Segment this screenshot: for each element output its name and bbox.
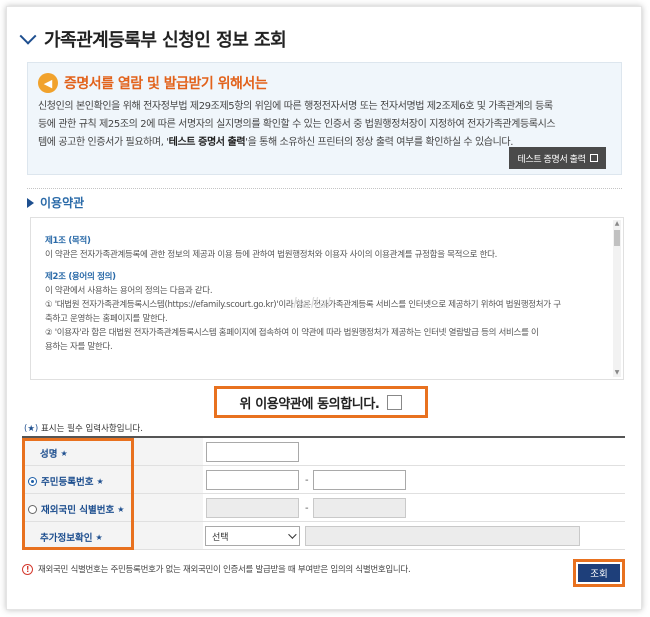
notice-box: ◀ 증명서를 열람 및 발급받기 위해서는 신청인의 본인확인을 위해 전자정부…: [27, 62, 622, 175]
search-button-highlight: 조회: [573, 559, 625, 587]
name-input[interactable]: [206, 442, 299, 462]
notice-emphasis: 테스트 증명서 출력: [168, 137, 246, 148]
terms-header: 이용약관: [27, 194, 84, 211]
page-title: 가족관계등록부 신청인 정보 조회: [44, 30, 287, 51]
external-link-icon: [589, 154, 598, 162]
test-print-button[interactable]: 테스트 증명서 출력: [509, 147, 606, 169]
title-bullet-icon: [19, 27, 37, 45]
article-text: 축하고 운영하는 홈페이지를 말한다.: [45, 314, 168, 324]
megaphone-icon: ◀: [38, 73, 58, 93]
notice-text: '을 통해 소유하신 프린터의 정상 출력 여부를 확인하실 수 있습니다.: [245, 137, 513, 148]
required-note: (★) 표시는 필수 입력사항입니다.: [24, 422, 143, 434]
required-star-text: (★): [24, 424, 39, 434]
label-highlight-box: [22, 438, 134, 550]
footer-note-text: 재외국민 식별번호는 주민등록번호가 없는 재외국민이 인증서를 발급받을 때 …: [38, 565, 411, 575]
dash-separator: -: [305, 503, 309, 514]
rrn-back-input[interactable]: [313, 470, 406, 490]
extra-info-input: [305, 526, 580, 546]
terms-section-title: 이용약관: [40, 196, 85, 210]
article-text: 이 약관은 전자가족관계등록에 관한 정보의 제공과 이용 등에 관하여 법원행…: [45, 250, 498, 260]
article-text: ② '이용자'라 함은 대법원 전자가족관계등록시스템 홈페이지에 접속하여 이…: [45, 328, 539, 338]
notice-line: 신청인의 본인확인을 위해 전자정부법 제29조제5항의 위임에 따른 행정전자…: [38, 101, 553, 112]
rrn-front-input[interactable]: [206, 470, 299, 490]
page-header: 가족관계등록부 신청인 정보 조회: [19, 27, 287, 51]
chevron-down-icon: [288, 530, 297, 539]
article-text: 용하는 자를 말한다.: [45, 342, 113, 352]
scrollbar-thumb[interactable]: [614, 230, 620, 246]
terms-content: 제1조 (목적) 이 약관은 전자가족관계등록에 관한 정보의 제공과 이용 등…: [45, 234, 605, 354]
search-button[interactable]: 조회: [578, 564, 620, 582]
triangle-bullet-icon: [27, 197, 34, 208]
notice-line: 등에 관한 규칙 제25조의 2에 따른 서명자의 실지명의를 확인할 수 있는…: [38, 119, 556, 130]
watermark-text: hallal: [293, 296, 331, 312]
test-print-label: 테스트 증명서 출력: [517, 153, 586, 164]
warning-icon: !: [22, 563, 33, 575]
agree-label: 위 이용약관에 동의합니다.: [239, 396, 380, 412]
agree-checkbox[interactable]: [387, 394, 403, 410]
foreign-id-front-input: [206, 498, 299, 518]
notice-text: 템에 공고한 인증서가 필요하며, ': [38, 137, 169, 148]
dash-separator: -: [305, 475, 309, 486]
scroll-down-icon[interactable]: ▼: [613, 369, 621, 377]
notice-header: ◀ 증명서를 열람 및 발급받기 위해서는: [38, 73, 268, 93]
notice-title: 증명서를 열람 및 발급받기 위해서는: [64, 76, 268, 92]
section-divider: [27, 188, 622, 189]
article-title: 제1조 (목적): [45, 236, 91, 246]
extra-info-select-value: 선택: [212, 532, 229, 543]
required-note-text: 표시는 필수 입력사항입니다.: [38, 424, 143, 434]
notice-body: 신청인의 본인확인을 위해 전자정부법 제29조제5항의 위임에 따른 행정전자…: [38, 98, 610, 152]
scroll-up-icon[interactable]: ▲: [613, 220, 621, 228]
extra-info-select[interactable]: 선택: [205, 526, 300, 546]
foreign-id-back-input: [313, 498, 406, 518]
agree-highlight: 위 이용약관에 동의합니다.: [214, 386, 428, 418]
terms-scroll-box[interactable]: 제1조 (목적) 이 약관은 전자가족관계등록에 관한 정보의 제공과 이용 등…: [30, 217, 624, 380]
article-title: 제2조 (용어의 정의): [45, 272, 116, 282]
footer-note: ! 재외국민 식별번호는 주민등록번호가 없는 재외국민이 인증서를 발급받을 …: [22, 563, 411, 575]
